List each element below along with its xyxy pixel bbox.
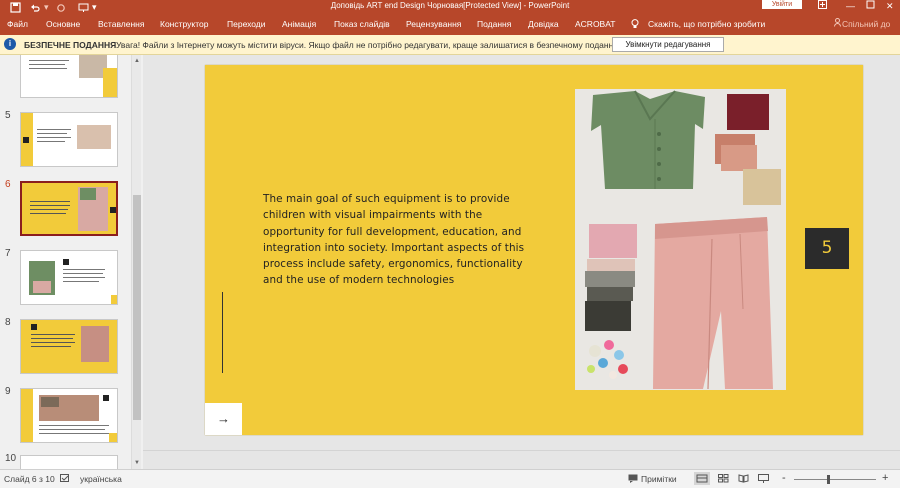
reading-view-icon[interactable] — [738, 474, 749, 485]
slide-thumbnail-4[interactable] — [20, 55, 118, 98]
vertical-accent-line — [222, 292, 223, 373]
zoom-slider-handle[interactable] — [827, 475, 830, 484]
slide-body-text[interactable]: The main goal of such equipment is to pr… — [263, 191, 543, 289]
person-icon — [834, 18, 841, 29]
ribbon-tabs: Файл Основне Вставлення Конструктор Пере… — [0, 15, 900, 35]
tell-me-input[interactable]: Скажіть, що потрібно зробити — [648, 19, 765, 29]
clothing-flatlay-photo[interactable] — [575, 89, 786, 390]
slide-number-9: 9 — [5, 386, 11, 397]
slide-number-6: 6 — [5, 179, 11, 190]
enable-editing-button[interactable]: Увімкнути редагування — [612, 37, 724, 52]
scroll-up-icon[interactable]: ▲ — [133, 57, 141, 65]
current-slide[interactable]: The main goal of such equipment is to pr… — [205, 65, 863, 435]
next-arrow-button[interactable]: → — [205, 403, 242, 435]
thumbnail-scrollbar[interactable]: ▲ ▼ — [131, 55, 141, 469]
protected-view-message: Увага! Файли з Інтернету можуть містити … — [116, 40, 618, 50]
zoom-out-button[interactable]: - — [782, 472, 786, 484]
tab-transitions[interactable]: Переходи — [227, 19, 266, 29]
tab-slideshow[interactable]: Показ слайдів — [334, 19, 390, 29]
slide-editing-area: The main goal of such equipment is to pr… — [143, 55, 900, 469]
share-button[interactable]: Спільний до — [834, 18, 891, 29]
close-icon[interactable]: ✕ — [886, 0, 894, 12]
slide-number-badge: 5 — [805, 228, 849, 269]
info-icon: i — [4, 38, 16, 50]
tab-help[interactable]: Довідка — [528, 19, 559, 29]
spelling-check-icon[interactable] — [60, 474, 70, 485]
slide-counter: Слайд 6 з 10 — [4, 474, 55, 484]
slide-thumbnail-9[interactable] — [20, 388, 118, 443]
signin-button[interactable]: Увійти — [762, 0, 802, 9]
tab-home[interactable]: Основне — [46, 19, 80, 29]
zoom-slider-track[interactable] — [794, 479, 876, 480]
slide-number-8: 8 — [5, 317, 11, 328]
slide-number-10: 10 — [5, 453, 17, 464]
protected-view-title: БЕЗПЕЧНЕ ПОДАННЯ — [24, 40, 117, 50]
slideshow-view-icon[interactable] — [758, 474, 769, 485]
slide-sorter-icon[interactable] — [718, 474, 729, 485]
tab-insert[interactable]: Вставлення — [98, 19, 144, 29]
slide-number-7: 7 — [5, 248, 11, 259]
slide-thumbnail-5[interactable] — [20, 112, 118, 167]
tab-acrobat[interactable]: ACROBAT — [575, 19, 615, 29]
tab-animations[interactable]: Анімація — [282, 19, 316, 29]
slide-thumbnail-10[interactable] — [20, 455, 118, 469]
scrollbar-thumb[interactable] — [133, 195, 141, 420]
zoom-in-button[interactable]: + — [882, 472, 888, 484]
maximize-icon[interactable] — [866, 0, 875, 12]
scroll-down-icon[interactable]: ▼ — [133, 459, 141, 467]
slide-thumbnail-7[interactable] — [20, 250, 118, 305]
share-label: Спільний до — [842, 19, 891, 29]
horizontal-scrollbar[interactable] — [143, 450, 900, 458]
minimize-icon[interactable]: — — [846, 0, 855, 12]
protected-view-bar: i БЕЗПЕЧНЕ ПОДАННЯ Увага! Файли з Інтерн… — [0, 35, 900, 55]
status-bar: Слайд 6 з 10 українська Примітки - + — [0, 469, 900, 488]
language-indicator[interactable]: українська — [80, 474, 122, 484]
lightbulb-icon[interactable] — [631, 19, 639, 31]
notes-button[interactable]: Примітки — [641, 474, 677, 484]
tab-file[interactable]: Файл — [7, 19, 28, 29]
tab-design[interactable]: Конструктор — [160, 19, 208, 29]
tab-review[interactable]: Рецензування — [406, 19, 461, 29]
slide-number-5: 5 — [5, 110, 11, 121]
ribbon-display-icon[interactable] — [818, 0, 827, 12]
notes-icon[interactable] — [628, 474, 638, 485]
tab-view[interactable]: Подання — [477, 19, 511, 29]
normal-view-icon[interactable] — [694, 472, 710, 485]
title-bar: ▾ ▾ Доповідь ART end Design Чорновая[Pro… — [0, 0, 900, 15]
slide-thumbnail-8[interactable] — [20, 319, 118, 374]
slide-thumbnail-6[interactable] — [20, 181, 118, 236]
slide-thumbnail-pane[interactable]: 5 6 7 8 9 10 ▲ ▼ — [0, 55, 143, 469]
